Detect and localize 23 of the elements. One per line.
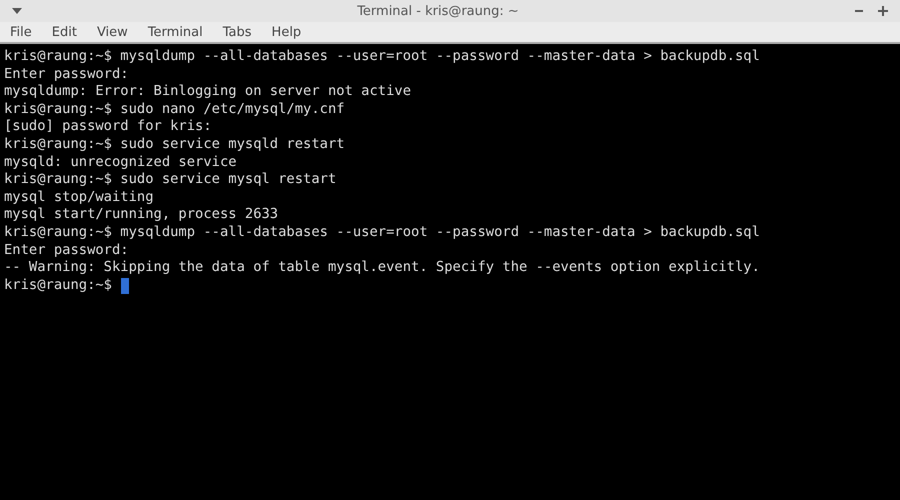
terminal-line: kris@raung:~$ mysqldump --all-databases --user=root --password --master-data > backupdb.sql — [4, 224, 760, 242]
menu-item[interactable]: Tabs — [222, 24, 252, 40]
terminal-line: mysqldump: Error: Binlogging on server not active — [4, 83, 412, 101]
terminal-line: mysql stop/waiting — [4, 188, 154, 206]
terminal-line: mysqld: unrecognized service — [4, 154, 237, 172]
menu-item[interactable]: Edit — [52, 24, 77, 40]
menu-item[interactable]: Help — [272, 24, 302, 40]
menu-item[interactable]: Terminal — [148, 24, 203, 40]
terminal-line: kris@raung:~$ sudo service mysqld restart — [4, 136, 345, 154]
terminal-line: kris@raung:~$ sudo nano /etc/mysql/my.cnf — [4, 100, 345, 118]
terminal-line: kris@raung:~$ — [4, 276, 112, 294]
terminal-line: -- Warning: Skipping the data of table mysql.event. Specify the --events option explicitly. — [4, 259, 760, 277]
window-title: Terminal - kris@raung: ~ — [356, 4, 520, 18]
terminal-line: Enter password: — [4, 242, 129, 260]
maximize-icon[interactable] — [878, 6, 888, 16]
terminal-line: Enter password: — [4, 66, 129, 84]
terminal-line: mysql start/running, process 2633 — [4, 206, 278, 224]
terminal-line: [sudo] password for kris: — [4, 118, 212, 136]
dropdown-arrow-icon[interactable] — [12, 8, 22, 14]
terminal-line: kris@raung:~$ mysqldump --all-databases --user=root --password --master-data > backupdb.sql — [4, 48, 760, 66]
menu-item[interactable]: View — [96, 24, 128, 40]
terminal-line: kris@raung:~$ sudo service mysql restart — [4, 171, 336, 189]
menu-item[interactable]: File — [10, 24, 32, 40]
